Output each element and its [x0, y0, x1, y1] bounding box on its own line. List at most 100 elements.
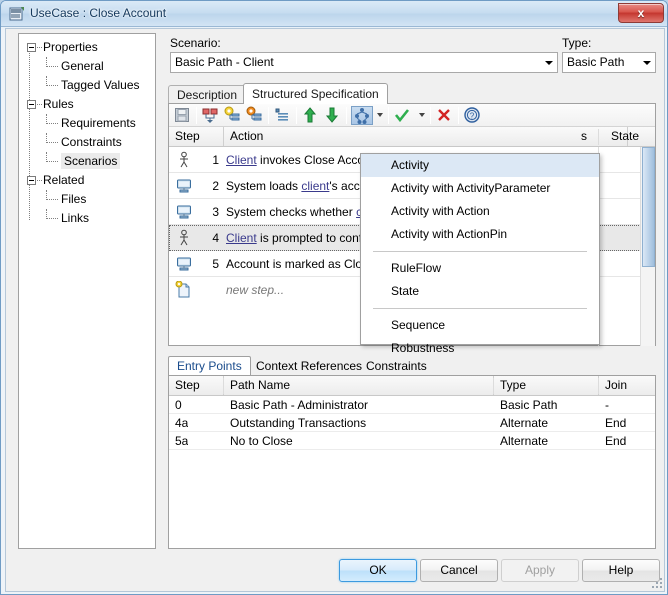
move-up-arrow-icon[interactable] — [301, 106, 321, 125]
tree-elbow — [46, 209, 59, 228]
tree-elbow — [46, 114, 59, 133]
system-icon — [175, 203, 193, 221]
generate-diagram-menu[interactable]: Activity Activity with ActivityParameter… — [360, 153, 600, 345]
step-number: 3 — [201, 205, 219, 219]
tree-node-label: Constraints — [61, 135, 122, 149]
dialog-client-area: Properties General Tagged Values Rules R… — [5, 28, 665, 592]
new-structure-icon[interactable] — [201, 106, 221, 125]
generate-diagram-icon[interactable] — [351, 106, 373, 125]
scrollbar-thumb[interactable] — [642, 147, 655, 267]
save-icon[interactable] — [173, 106, 193, 125]
tree-elbow — [46, 133, 59, 152]
title-bar: UseCase : Close Account x — [1, 1, 668, 27]
tree-node-constraints[interactable]: Constraints — [21, 133, 153, 152]
cancel-button[interactable]: Cancel — [420, 559, 498, 582]
entry-join: End — [605, 416, 626, 430]
column-header-type[interactable]: Type — [494, 376, 599, 395]
usecase-document-icon — [9, 6, 25, 22]
tab-structured-specification[interactable]: Structured Specification — [243, 83, 388, 104]
tree-node-general[interactable]: General — [21, 57, 153, 76]
tree-node-properties[interactable]: Properties — [21, 38, 153, 57]
usecase-dialog-window: UseCase : Close Account x Properties Gen… — [0, 0, 668, 595]
tree-node-label: Files — [61, 192, 86, 206]
table-row[interactable]: 0 Basic Path - Administrator Basic Path … — [169, 396, 655, 414]
tree-node-links[interactable]: Links — [21, 209, 153, 228]
entry-step: 0 — [175, 398, 182, 412]
steps-grid-header: Step Action s State — [169, 127, 655, 147]
menu-item-activity-with-action[interactable]: Activity with Action — [361, 200, 599, 223]
entry-join: End — [605, 434, 626, 448]
delete-x-icon[interactable] — [435, 106, 455, 125]
tab-description[interactable]: Description — [168, 85, 246, 104]
actor-icon — [175, 229, 193, 247]
table-row[interactable]: 4a Outstanding Transactions Alternate En… — [169, 414, 655, 432]
type-combo-value: Basic Path — [567, 55, 624, 69]
tree-node-label: Links — [61, 211, 89, 225]
system-icon — [175, 177, 193, 195]
menu-item-state[interactable]: State — [361, 280, 599, 303]
resize-grip-icon[interactable] — [650, 576, 664, 590]
apply-button: Apply — [501, 559, 579, 582]
column-header-action[interactable]: Action — [224, 127, 628, 146]
step-number: 4 — [201, 231, 219, 245]
tree-node-label: Rules — [43, 97, 74, 111]
tree-elbow — [46, 57, 59, 76]
toolbar-separator — [388, 107, 389, 124]
collapse-icon[interactable] — [27, 100, 36, 109]
properties-tree[interactable]: Properties General Tagged Values Rules R… — [18, 33, 156, 549]
step-number: 1 — [201, 153, 219, 167]
type-label: Type: — [562, 36, 591, 50]
validate-check-icon[interactable] — [393, 106, 413, 125]
menu-item-sequence[interactable]: Sequence — [361, 314, 599, 337]
column-header-uses[interactable]: s — [575, 127, 605, 146]
tree-elbow — [46, 76, 59, 95]
collapse-icon[interactable] — [27, 176, 36, 185]
menu-item-activity-with-actionpin[interactable]: Activity with ActionPin — [361, 223, 599, 246]
tab-context-references[interactable]: Context References — [248, 357, 370, 375]
tree-node-rules[interactable]: Rules — [21, 95, 153, 114]
new-step-icon — [175, 281, 193, 299]
menu-item-activity-with-activityparameter[interactable]: Activity with ActivityParameter — [361, 177, 599, 200]
help-button[interactable]: Help — [582, 559, 660, 582]
steps-grid-scrollbar[interactable] — [640, 147, 655, 346]
menu-item-activity[interactable]: Activity — [361, 154, 599, 177]
column-header-step[interactable]: Step — [169, 376, 224, 395]
chevron-down-icon — [643, 61, 651, 65]
type-combo[interactable]: Basic Path — [562, 52, 656, 73]
column-header-join[interactable]: Join — [599, 376, 655, 395]
tree-node-label: Related — [43, 173, 84, 187]
tree-node-scenarios[interactable]: Scenarios — [21, 152, 153, 171]
entry-type: Alternate — [500, 416, 548, 430]
add-element-icon[interactable] — [223, 106, 243, 125]
table-row[interactable]: 5a No to Close Alternate End — [169, 432, 655, 450]
ok-button[interactable]: OK — [339, 559, 417, 582]
entry-points-table[interactable]: Step Path Name Type Join 0 Basic Path - … — [168, 375, 656, 549]
scenario-combo[interactable]: Basic Path - Client — [170, 52, 558, 73]
menu-item-ruleflow[interactable]: RuleFlow — [361, 257, 599, 280]
collapse-icon[interactable] — [27, 43, 36, 52]
system-icon — [175, 255, 193, 273]
entry-path-name: Basic Path - Administrator — [230, 398, 368, 412]
menu-item-robustness[interactable]: Robustness — [361, 337, 599, 360]
tree-node-related[interactable]: Related — [21, 171, 153, 190]
help-icon[interactable]: ? — [463, 106, 483, 125]
tree-dash — [37, 180, 42, 181]
entry-step: 5a — [175, 434, 188, 448]
validate-dropdown-arrow-icon[interactable] — [419, 113, 425, 117]
list-icon[interactable] — [273, 106, 293, 125]
tree-node-label: Tagged Values — [61, 78, 140, 92]
column-header-path-name[interactable]: Path Name — [224, 376, 494, 395]
tree-node-files[interactable]: Files — [21, 190, 153, 209]
generate-diagram-dropdown-arrow-icon[interactable] — [377, 113, 383, 117]
step-number: 2 — [201, 179, 219, 193]
move-down-arrow-icon[interactable] — [323, 106, 343, 125]
column-header-step[interactable]: Step — [169, 127, 224, 146]
close-button[interactable]: x — [618, 3, 664, 23]
steps-toolbar: ? — [169, 104, 655, 127]
column-header-state[interactable]: State — [605, 127, 655, 146]
tree-node-requirements[interactable]: Requirements — [21, 114, 153, 133]
remove-element-icon[interactable] — [245, 106, 265, 125]
entry-type: Alternate — [500, 434, 548, 448]
tree-node-tagged-values[interactable]: Tagged Values — [21, 76, 153, 95]
tab-entry-points[interactable]: Entry Points — [168, 356, 251, 376]
